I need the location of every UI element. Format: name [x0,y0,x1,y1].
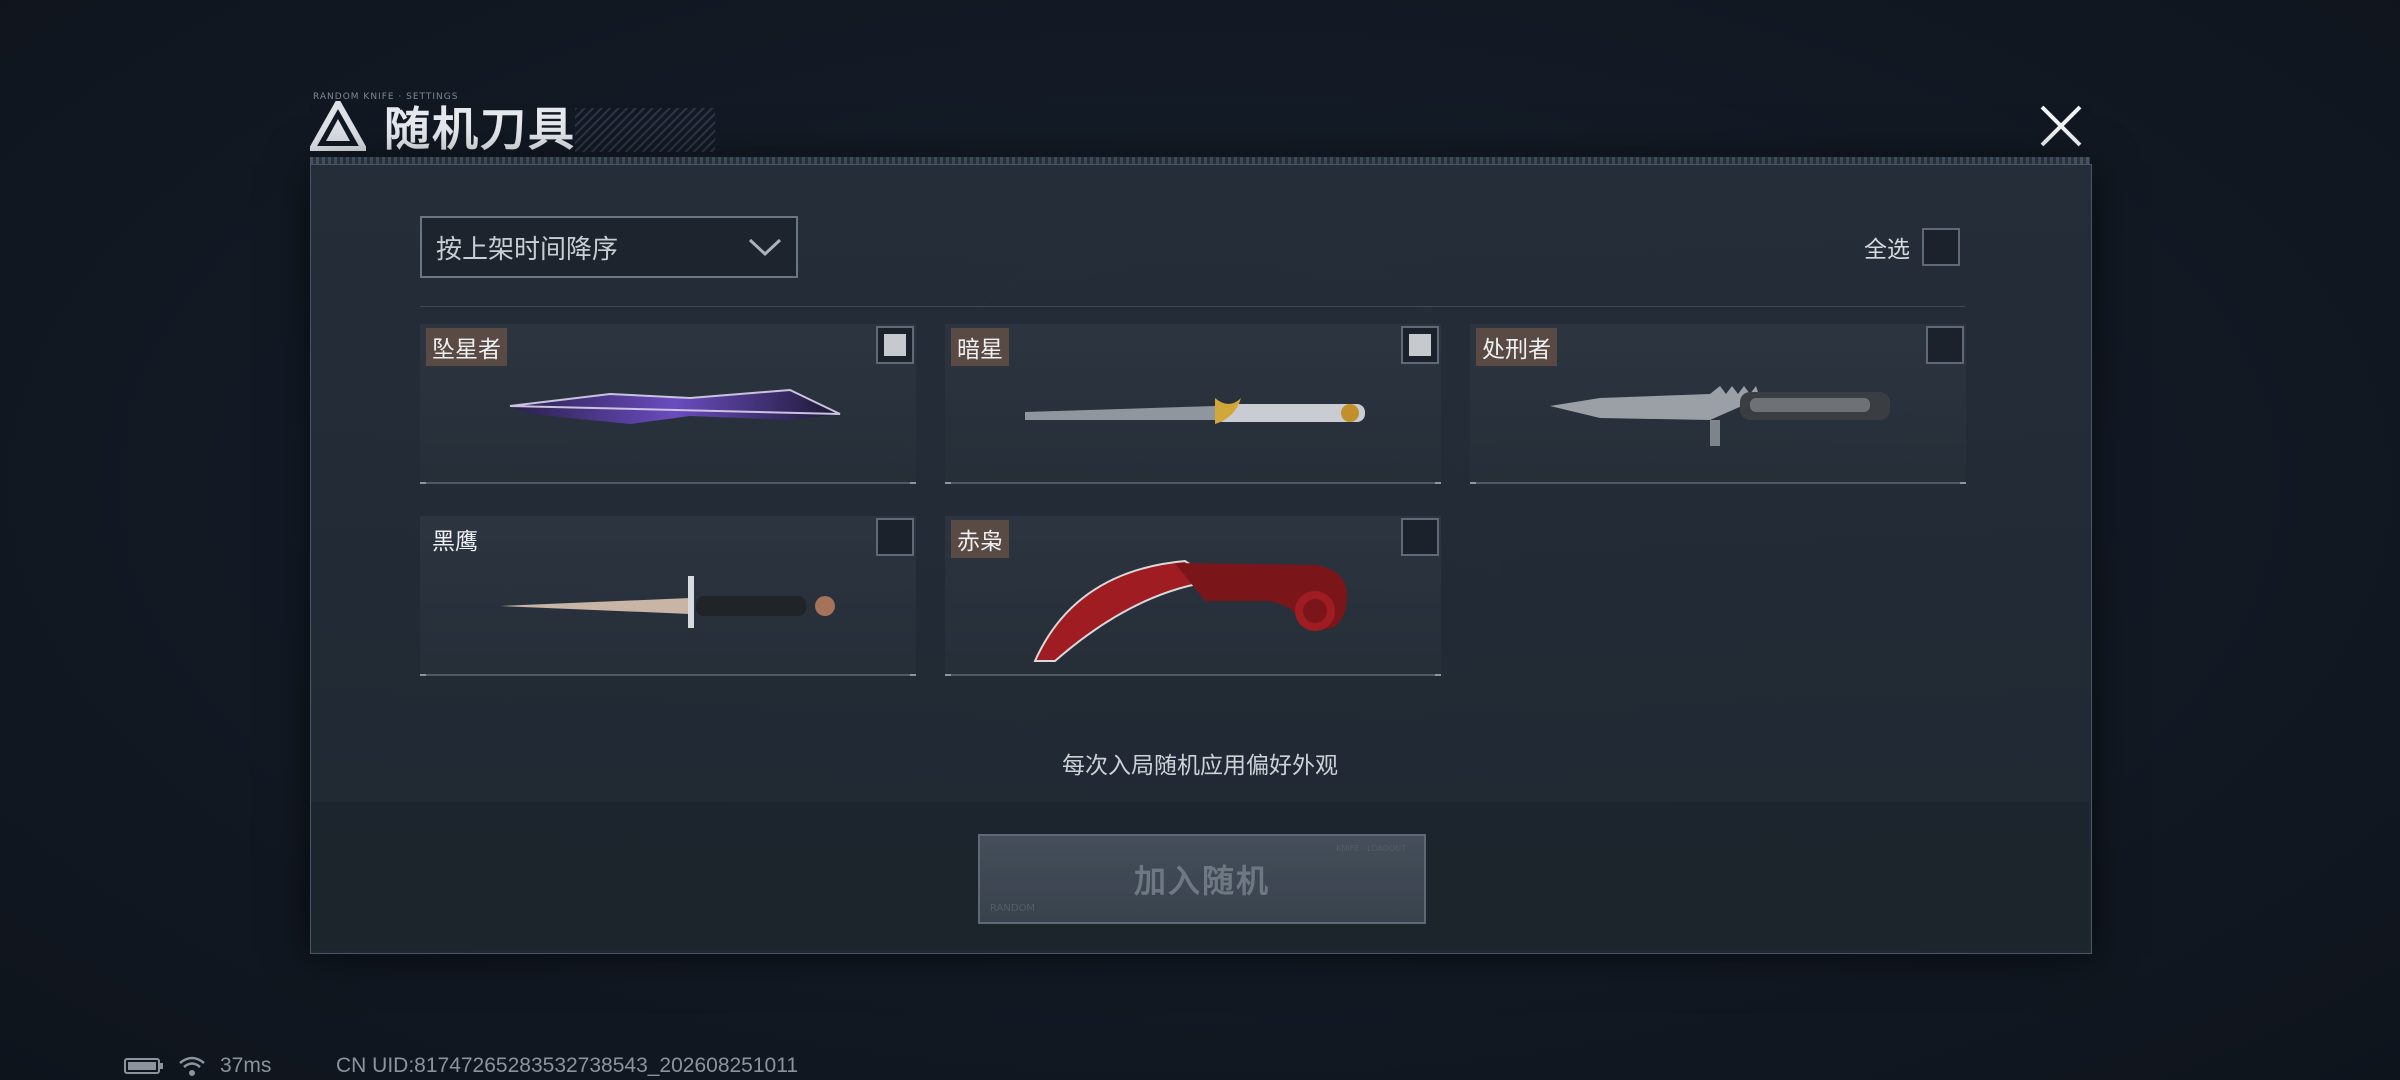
dagger-knife-image [500,576,835,628]
battery-icon [124,1058,163,1074]
hint-text: 每次入局随机应用偏好外观 [1062,753,1338,779]
knife-name: 黑鹰 [432,529,478,555]
chevron-down-icon [748,238,782,257]
divider [420,306,1965,307]
knife-name: 赤枭 [951,520,1009,558]
select-all-label: 全选 [1864,237,1910,263]
close-icon [2040,105,2082,147]
knife-card-anxing[interactable]: 暗星 [945,324,1441,484]
button-decoration: RANDOM [990,903,1036,914]
serrated-dark-knife-image [1550,386,1890,446]
ping-value: 37ms [220,1054,272,1077]
knife-card-chixiao[interactable]: 赤枭 [945,516,1441,676]
title-stripes [575,108,715,152]
knife-checkbox[interactable] [876,518,914,556]
knife-checkbox[interactable] [1401,326,1439,364]
status-bar: 37ms [124,1054,271,1078]
knife-checkbox[interactable] [876,326,914,364]
game-logo-icon [310,101,366,151]
close-button[interactable] [2035,100,2087,152]
dialog-title: 随机刀具 [384,102,576,156]
knife-name: 暗星 [951,328,1009,366]
red-karambit-knife-image [1033,559,1347,662]
knife-card-chuxingzhe[interactable]: 处刑者 [1470,324,1966,484]
knife-checkbox[interactable] [1926,326,1964,364]
silver-gold-knife-image [1025,398,1365,424]
button-decoration: KNIFE · LOADOUT [1336,844,1406,853]
user-uid: CN UID:817472652835327385­43_20260825101… [336,1054,799,1077]
dialog-header: 随机刀具 [310,96,576,156]
sort-dropdown[interactable]: 按上架时间降序 [420,216,798,278]
join-random-label: 加入随机 [1133,862,1270,900]
join-random-button[interactable]: RANDOM KNIFE · LOADOUT 加入随机 [978,834,1426,924]
knife-card-heiying[interactable]: 黑鹰 [420,516,916,676]
knife-checkbox[interactable] [1401,518,1439,556]
wifi-icon [179,1056,205,1076]
select-all-toggle[interactable]: 全选 [1864,228,1960,266]
knife-card-zhuixingzhe[interactable]: 坠星者 [420,324,916,484]
purple-blade-knife-image [509,388,841,424]
sort-dropdown-value: 按上架时间降序 [436,234,619,265]
select-all-checkbox[interactable] [1922,228,1960,266]
